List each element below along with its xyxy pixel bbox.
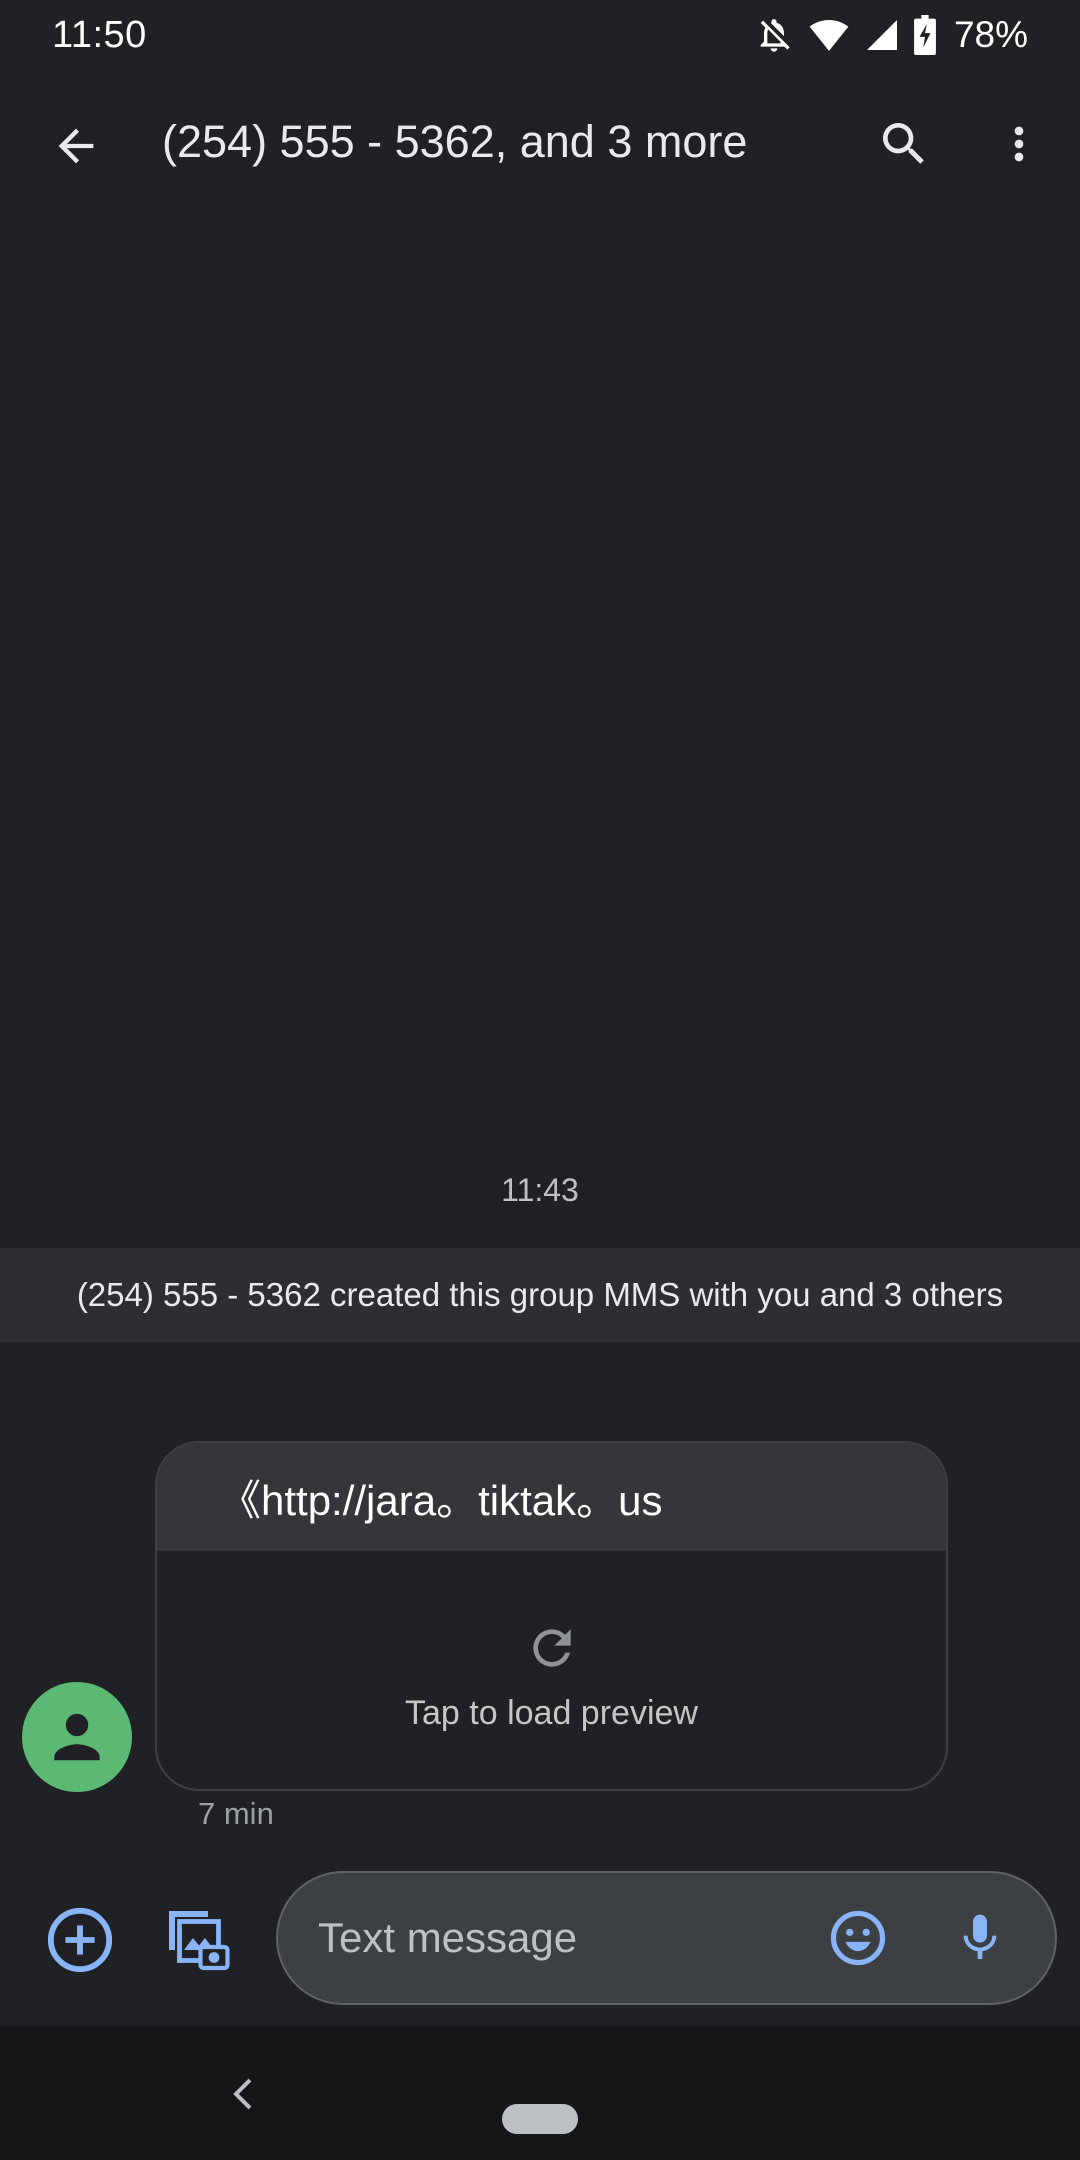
more-vert-icon bbox=[1014, 126, 1024, 162]
home-pill-icon[interactable] bbox=[502, 2104, 578, 2134]
photo-camera-icon bbox=[169, 1911, 230, 1971]
nav-back-button[interactable] bbox=[222, 2074, 262, 2114]
wifi-icon bbox=[808, 15, 850, 55]
status-bar: 11:50 78% bbox=[0, 0, 1080, 70]
nav-back-icon bbox=[233, 2078, 252, 2110]
battery-percent: 78% bbox=[953, 14, 1028, 55]
status-time: 11:50 bbox=[52, 13, 147, 56]
avatar[interactable] bbox=[22, 1682, 132, 1792]
text-message-input[interactable] bbox=[318, 1873, 778, 2003]
voice-input-button[interactable] bbox=[948, 1906, 1012, 1970]
refresh-icon bbox=[532, 1628, 571, 1667]
emoji-icon bbox=[830, 1910, 886, 1966]
status-icons: 78% bbox=[754, 14, 1028, 56]
person-icon bbox=[54, 1713, 100, 1761]
group-created-banner: (254) 555 - 5362 created this group MMS … bbox=[0, 1248, 1080, 1342]
link-header[interactable]: 《http://jara。tiktak。us bbox=[157, 1443, 946, 1551]
tap-to-load-preview-label: Tap to load preview bbox=[405, 1693, 698, 1732]
system-nav-bar bbox=[0, 2026, 1080, 2160]
signal-icon bbox=[864, 17, 900, 53]
app-bar: (254) 555 - 5362, and 3 more bbox=[0, 86, 1080, 204]
compose-box[interactable] bbox=[276, 1871, 1057, 2005]
search-icon bbox=[883, 123, 924, 164]
add-circle-icon bbox=[47, 1907, 113, 1973]
message-time: 7 min bbox=[198, 1796, 274, 1831]
emoji-button[interactable] bbox=[826, 1906, 890, 1970]
link-text[interactable]: 《http://jara。tiktak。us bbox=[219, 1467, 662, 1528]
conversation-title: (254) 555 - 5362, and 3 more bbox=[162, 116, 748, 167]
battery-charging-icon bbox=[914, 15, 936, 55]
notifications-off-icon bbox=[754, 15, 794, 55]
search-button[interactable] bbox=[872, 112, 936, 176]
more-options-button[interactable] bbox=[990, 112, 1048, 176]
gallery-camera-button[interactable] bbox=[158, 1900, 234, 1976]
back-button[interactable] bbox=[46, 116, 106, 176]
mic-icon bbox=[963, 1914, 997, 1959]
arrow-back-icon bbox=[58, 128, 94, 164]
message-bubble[interactable]: 《http://jara。tiktak。us Tap to load previ… bbox=[155, 1441, 948, 1791]
conversation-timestamp: 11:43 bbox=[501, 1172, 579, 1208]
link-preview[interactable]: Tap to load preview bbox=[157, 1551, 946, 1789]
system-message-text: (254) 555 - 5362 created this group MMS … bbox=[76, 1276, 1004, 1313]
add-attachment-button[interactable] bbox=[44, 1904, 116, 1976]
